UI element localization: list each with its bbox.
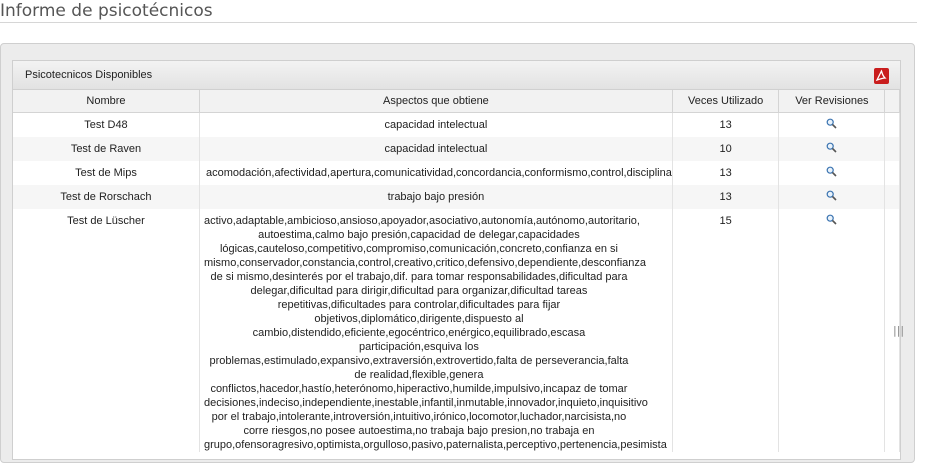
magnifier-icon[interactable] xyxy=(826,118,837,129)
cell-review xyxy=(778,137,886,161)
magnifier-icon[interactable] xyxy=(826,190,837,201)
cell-review xyxy=(778,161,886,185)
column-header-spacer xyxy=(884,90,900,113)
cell-aspects-text: activo,adaptable,ambicioso,ansioso,apoya… xyxy=(203,215,667,451)
grid-caption: Psicotecnicos Disponibles xyxy=(13,61,900,90)
psicotecnicos-panel: Psicotecnicos Disponibles Nombre Aspecto… xyxy=(0,43,915,463)
cell-uses: 13 xyxy=(672,161,780,185)
cell-review xyxy=(778,185,886,209)
table-row[interactable]: Test de Lüscher activo,adaptable,ambicio… xyxy=(13,209,900,452)
column-header-ver-revisiones[interactable]: Ver Revisiones xyxy=(778,90,886,113)
page-title: Informe de psicotécnicos xyxy=(0,0,917,23)
magnifier-icon[interactable] xyxy=(826,142,837,153)
table-row[interactable]: Test de Raven capacidad intelectual 10 xyxy=(13,137,900,161)
cell-uses: 10 xyxy=(672,137,780,161)
cell-uses: 13 xyxy=(672,185,780,209)
cell-name: Test de Rorschach xyxy=(13,185,200,209)
cell-review xyxy=(778,209,886,452)
table-row[interactable]: Test de Rorschach trabajo bajo presión 1… xyxy=(13,185,900,209)
column-header-aspectos[interactable]: Aspectos que obtiene xyxy=(199,90,673,113)
magnifier-icon[interactable] xyxy=(826,166,837,177)
table-header-row: Nombre Aspectos que obtiene Veces Utiliz… xyxy=(13,90,900,113)
cell-name: Test de Raven xyxy=(13,137,200,161)
cell-name: Test de Mips xyxy=(13,161,200,185)
psicotecnicos-table: Nombre Aspectos que obtiene Veces Utiliz… xyxy=(13,90,900,452)
column-header-veces-utilizado[interactable]: Veces Utilizado xyxy=(672,90,780,113)
cell-aspects: capacidad intelectual xyxy=(199,112,673,137)
cell-aspects: acomodación,afectividad,apertura,comunic… xyxy=(199,161,673,185)
cell-name: Test de Lüscher xyxy=(13,209,200,452)
column-header-nombre[interactable]: Nombre xyxy=(13,90,200,113)
grid-container: Psicotecnicos Disponibles Nombre Aspecto… xyxy=(12,60,901,460)
cell-review xyxy=(778,112,886,137)
cell-aspects: capacidad intelectual xyxy=(199,137,673,161)
table-row[interactable]: Test D48 capacidad intelectual 13 xyxy=(13,112,900,137)
cell-aspects: trabajo bajo presión xyxy=(199,185,673,209)
scrollbar-grip[interactable]: ||| xyxy=(893,324,904,338)
magnifier-icon[interactable] xyxy=(826,214,837,225)
table-row[interactable]: Test de Mips acomodación,afectividad,ape… xyxy=(13,161,900,185)
pdf-icon[interactable] xyxy=(874,68,889,84)
cell-aspects: activo,adaptable,ambicioso,ansioso,apoya… xyxy=(199,209,673,452)
grid-caption-title: Psicotecnicos Disponibles xyxy=(25,69,153,81)
cell-uses: 15 xyxy=(672,209,780,452)
cell-name: Test D48 xyxy=(13,112,200,137)
cell-uses: 13 xyxy=(672,112,780,137)
